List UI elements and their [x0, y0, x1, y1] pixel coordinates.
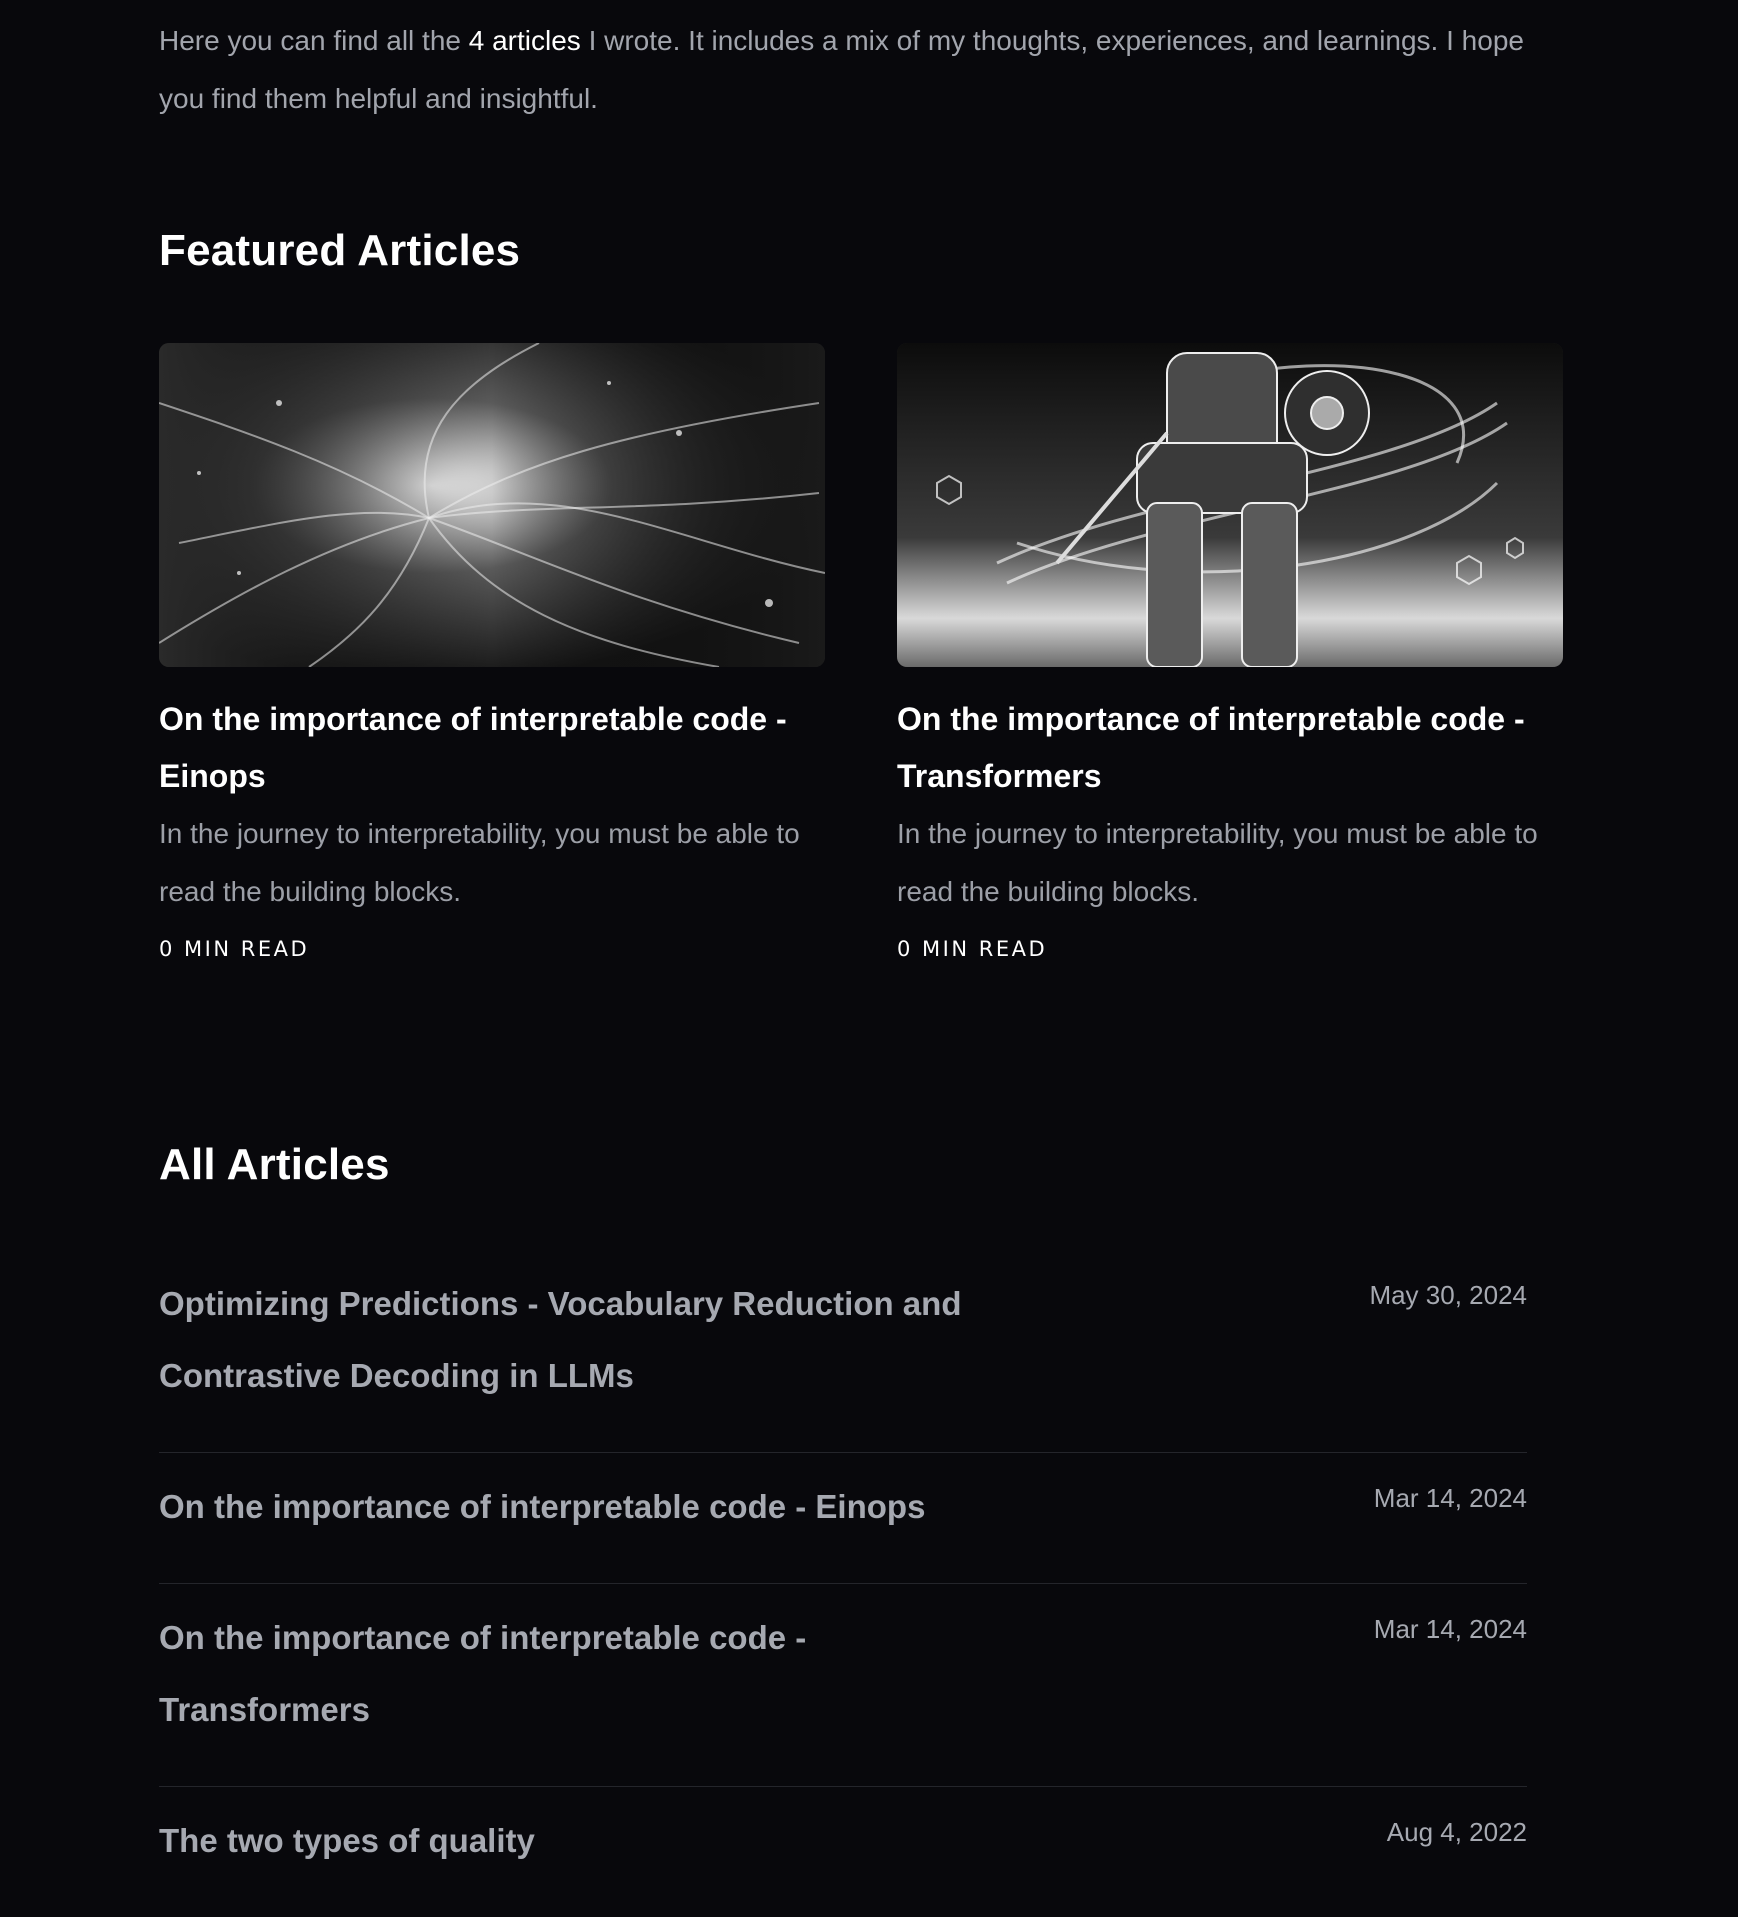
card-description: In the journey to interpretability, you … [897, 818, 1538, 907]
abstract-swirl-image[interactable] [159, 343, 825, 667]
list-item[interactable]: The two types of quality Aug 4, 2022 [159, 1787, 1527, 1917]
article-title[interactable]: On the importance of interpretable code … [159, 1602, 1009, 1746]
list-item[interactable]: On the importance of interpretable code … [159, 1453, 1527, 1584]
featured-articles-heading: Featured Articles [159, 226, 521, 275]
list-item[interactable]: Optimizing Predictions - Vocabulary Redu… [159, 1250, 1527, 1453]
articles-page: Here you can find all the 4 articles I w… [159, 0, 1563, 1859]
article-count: 4 articles [468, 25, 581, 56]
article-title[interactable]: On the importance of interpretable code … [159, 1471, 1009, 1543]
card-title[interactable]: On the importance of interpretable code … [897, 691, 1563, 805]
article-title[interactable]: The two types of quality [159, 1805, 1009, 1877]
intro-before: Here you can find all the [159, 25, 469, 56]
read-time: 0 MIN READ [159, 937, 310, 961]
list-item[interactable]: On the importance of interpretable code … [159, 1584, 1527, 1787]
read-time: 0 MIN READ [897, 937, 1048, 961]
all-articles-list: Optimizing Predictions - Vocabulary Redu… [159, 1250, 1527, 1917]
article-date: May 30, 2024 [1369, 1280, 1527, 1310]
article-date: Mar 14, 2024 [1373, 1483, 1527, 1513]
featured-card-transformers[interactable]: On the importance of interpretable code … [897, 343, 1563, 961]
featured-articles-grid: On the importance of interpretable code … [159, 343, 1563, 961]
article-date: Aug 4, 2022 [1386, 1817, 1527, 1847]
all-articles-heading: All Articles [159, 1140, 390, 1189]
card-description: In the journey to interpretability, you … [159, 818, 800, 907]
featured-card-einops[interactable]: On the importance of interpretable code … [159, 343, 825, 961]
intro-text: Here you can find all the 4 articles I w… [159, 0, 1539, 128]
robot-image[interactable] [897, 343, 1563, 667]
article-title[interactable]: Optimizing Predictions - Vocabulary Redu… [159, 1268, 1009, 1412]
article-date: Mar 14, 2024 [1373, 1614, 1527, 1644]
card-title[interactable]: On the importance of interpretable code … [159, 691, 825, 805]
